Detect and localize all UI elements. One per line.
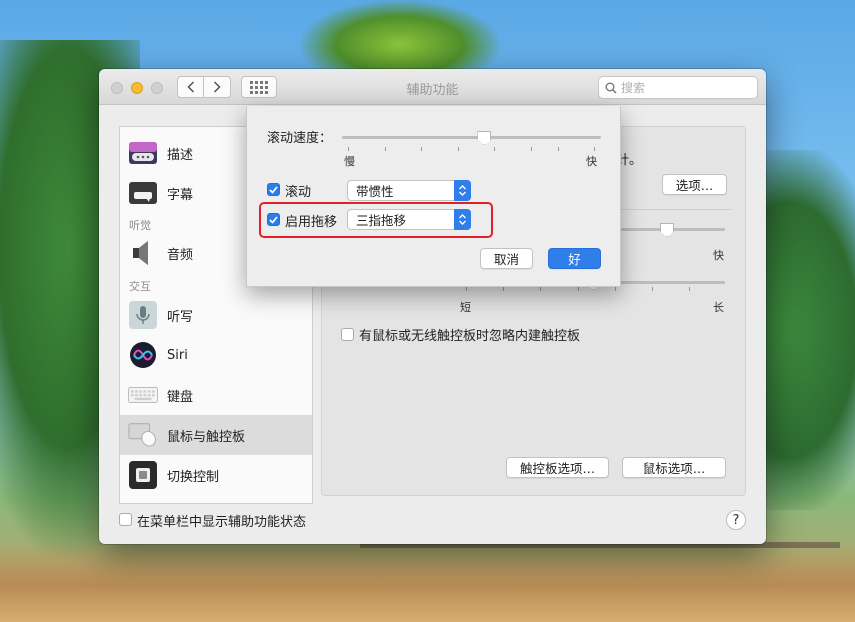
sidebar-item-label: Siri: [167, 347, 188, 363]
tick: [494, 147, 495, 151]
descriptions-icon: [128, 138, 158, 168]
tick: [385, 147, 386, 151]
tick: [578, 287, 579, 291]
sidebar-item-label: 切换控制: [167, 469, 220, 485]
section-interaction: 交互: [129, 280, 151, 293]
ok-button[interactable]: 好: [548, 248, 601, 269]
background-pier: [360, 542, 840, 602]
sidebar-item-mouse-trackpad[interactable]: 鼠标与触控板: [120, 415, 312, 455]
mouse-options-button[interactable]: 鼠标选项…: [622, 457, 726, 478]
show-status-in-menubar-label: 在菜单栏中显示辅助功能状态: [137, 515, 307, 530]
ignore-builtin-trackpad-checkbox[interactable]: [341, 328, 354, 341]
sidebar-item-label: 字幕: [167, 187, 194, 203]
tick: [540, 287, 541, 291]
search-placeholder: 搜索: [621, 81, 646, 95]
keyboard-icon: [128, 380, 158, 410]
scroll-speed-fast-label: 快: [586, 155, 597, 168]
search-field[interactable]: 搜索: [598, 76, 758, 99]
scroll-checkbox[interactable]: [267, 183, 280, 196]
double-click-speed-thumb[interactable]: [660, 223, 674, 237]
titlebar: 辅助功能 搜索: [99, 69, 766, 105]
sidebar-item-label: 鼠标与触控板: [167, 429, 246, 445]
sidebar-item-siri[interactable]: Siri: [120, 335, 312, 375]
panel-divider: [612, 209, 732, 210]
trackpad-options-button[interactable]: 触控板选项…: [506, 457, 609, 478]
scroll-speed-label: 滚动速度：: [267, 131, 333, 146]
show-status-in-menubar-checkbox[interactable]: [119, 513, 132, 526]
tick: [531, 147, 532, 151]
switch-control-icon: [128, 460, 158, 490]
options-button[interactable]: 选项…: [662, 174, 727, 195]
sidebar-item-label: 描述: [167, 147, 194, 163]
scroll-mode-value: 带惯性: [356, 184, 394, 199]
tick: [689, 287, 690, 291]
annotation-highlight-box: [259, 202, 493, 238]
sidebar-item-label: 听写: [167, 309, 194, 325]
sidebar-item-label: 键盘: [167, 389, 194, 405]
scroll-speed-thumb[interactable]: [477, 131, 492, 145]
sidebar-item-label: 音频: [167, 247, 194, 263]
tick: [421, 147, 422, 151]
tick: [458, 147, 459, 151]
tick: [558, 147, 559, 151]
tick: [615, 287, 616, 291]
cancel-button[interactable]: 取消: [480, 248, 533, 269]
tick: [466, 287, 467, 291]
scroll-speed-slow-label: 慢: [344, 155, 355, 168]
section-hearing: 听觉: [129, 219, 151, 232]
search-icon: [605, 82, 617, 94]
scroll-speed-slider[interactable]: [342, 136, 601, 139]
popup-arrows-icon: [454, 180, 471, 201]
mouse-trackpad-icon: [128, 420, 158, 450]
slider-short-label: 短: [460, 301, 471, 314]
tick: [503, 287, 504, 291]
sidebar-item-switch-control[interactable]: 切换控制: [120, 455, 312, 495]
microphone-icon: [128, 300, 158, 330]
speaker-icon: [128, 238, 158, 268]
tick: [594, 147, 595, 151]
help-button[interactable]: ?: [726, 510, 746, 530]
background-leaves-top: [300, 0, 500, 75]
captions-icon: [128, 178, 158, 208]
slider-fast-label: 快: [713, 249, 724, 262]
ignore-builtin-trackpad-label: 有鼠标或无线触控板时忽略内建触控板: [359, 329, 581, 344]
scroll-label: 滚动: [285, 185, 312, 200]
sidebar-item-dictation[interactable]: 听写: [120, 295, 312, 335]
siri-icon: [128, 340, 158, 370]
trackpad-options-sheet: 滚动速度： 慢 快 滚动 带惯性 启用拖移 三指拖移 取消 好: [246, 106, 621, 287]
tick: [652, 287, 653, 291]
sidebar-item-keyboard[interactable]: 键盘: [120, 375, 312, 415]
checkmark-icon: [269, 185, 278, 194]
tick: [348, 147, 349, 151]
slider-long-label: 长: [713, 301, 724, 314]
scroll-mode-popup[interactable]: 带惯性: [347, 180, 471, 201]
spring-loading-slider[interactable]: [617, 281, 725, 284]
